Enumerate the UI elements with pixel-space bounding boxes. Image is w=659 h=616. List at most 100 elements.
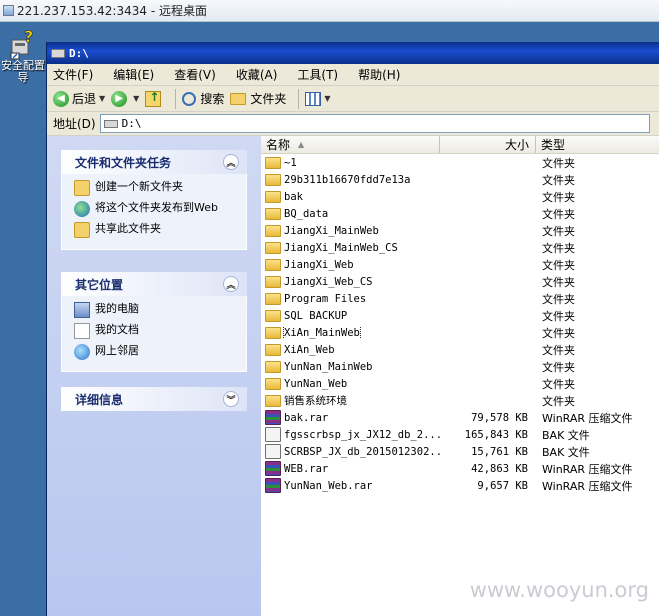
file-rows: ~1 文件夹 29b311b16670fdd7e13a 文件夹 bak 文件夹 BQ_dat…	[261, 154, 659, 494]
forward-dropdown-icon[interactable]: ▼	[133, 94, 139, 103]
file-name: WEB.rar	[284, 462, 329, 475]
file-name: 销售系统环境	[284, 395, 347, 407]
folder-icon	[265, 207, 281, 220]
place-label: 我的文档	[95, 323, 139, 336]
menu-edit[interactable]: 编辑(E)	[113, 66, 154, 83]
back-button[interactable]: ◀ 后退 ▼	[53, 90, 105, 107]
file-row[interactable]: Program Files 文件夹	[261, 290, 659, 307]
column-name[interactable]: 名称 ▲	[261, 136, 440, 153]
file-name-cell: XiAn_MainWeb	[261, 326, 440, 339]
folder-icon	[265, 224, 281, 237]
file-row[interactable]: JiangXi_MainWeb 文件夹	[261, 222, 659, 239]
file-name: ~1	[284, 156, 297, 169]
menu-file[interactable]: 文件(F)	[53, 66, 93, 83]
file-size: 165,843 KB	[464, 428, 528, 441]
search-button[interactable]: 搜索	[182, 90, 224, 107]
file-row[interactable]: 销售系统环境 文件夹	[261, 392, 659, 409]
file-name-cell: ~1	[261, 156, 440, 169]
other-places-title: 其它位置	[75, 277, 124, 292]
other-places-header[interactable]: 其它位置 ︽	[61, 272, 247, 296]
file-name-cell: JiangXi_MainWeb	[261, 224, 440, 237]
file-type: 文件夹	[542, 309, 575, 323]
folders-button[interactable]: 文件夹	[230, 90, 286, 107]
file-type: 文件夹	[542, 326, 575, 340]
back-dropdown-icon[interactable]: ▼	[99, 94, 105, 103]
file-name: JiangXi_Web_CS	[284, 275, 373, 288]
file-name: fgsscrbsp_jx_JX12_db_2...	[284, 428, 440, 441]
folder-icon	[265, 173, 281, 186]
file-row[interactable]: XiAn_Web 文件夹	[261, 341, 659, 358]
task-new-folder[interactable]: 创建一个新文件夹	[74, 180, 238, 196]
publish-web-icon	[74, 201, 90, 217]
folder-icon	[265, 258, 281, 271]
file-size: 9,657 KB	[477, 479, 528, 492]
file-row[interactable]: 29b311b16670fdd7e13a 文件夹	[261, 171, 659, 188]
file-type: 文件夹	[542, 224, 575, 238]
file-row[interactable]: YunNan_MainWeb 文件夹	[261, 358, 659, 375]
menu-help[interactable]: 帮助(H)	[358, 66, 400, 83]
folder-icon	[265, 292, 281, 305]
file-row[interactable]: JiangXi_Web 文件夹	[261, 256, 659, 273]
up-button[interactable]	[145, 90, 163, 107]
task-publish-web[interactable]: 将这个文件夹发布到Web	[74, 201, 238, 217]
window-title-bar: D:\	[47, 42, 659, 64]
place-my-computer[interactable]: 我的电脑	[74, 302, 238, 318]
task-share-folder[interactable]: 共享此文件夹	[74, 222, 238, 238]
task-label: 将这个文件夹发布到Web	[95, 201, 218, 214]
file-name: XiAn_MainWeb	[283, 326, 361, 339]
file-row[interactable]: WEB.rar 42,863 KB WinRAR 压缩文件	[261, 460, 659, 477]
menu-favorites[interactable]: 收藏(A)	[236, 66, 278, 83]
menu-bar: 文件(F) 编辑(E) 查看(V) 收藏(A) 工具(T) 帮助(H)	[47, 64, 659, 86]
file-name: JiangXi_MainWeb	[284, 224, 379, 237]
address-input[interactable]: D:\	[99, 114, 650, 133]
other-places-box: 其它位置 ︽ 我的电脑 我的文档 网上邻居	[61, 272, 247, 372]
toolbar: ◀ 后退 ▼ ▶ ▼ 搜索 文件夹 ▼	[47, 86, 659, 112]
file-row[interactable]: bak.rar 79,578 KB WinRAR 压缩文件	[261, 409, 659, 426]
file-name-cell: SCRBSP_JX_db_2015012302...	[261, 444, 440, 459]
file-type: 文件夹	[542, 292, 575, 306]
column-size-label: 大小	[504, 138, 529, 152]
desktop-icon-security-config[interactable]: ? 安全配置导	[0, 27, 46, 84]
winrar-archive-icon	[265, 410, 281, 425]
folder-icon	[265, 377, 281, 390]
file-row[interactable]: fgsscrbsp_jx_JX12_db_2... 165,843 KB BAK 文…	[261, 426, 659, 443]
file-folder-tasks-header[interactable]: 文件和文件夹任务 ︽	[61, 150, 247, 174]
file-name: BQ_data	[284, 207, 329, 220]
file-type: WinRAR 压缩文件	[542, 479, 633, 493]
file-row[interactable]: YunNan_Web.rar 9,657 KB WinRAR 压缩文件	[261, 477, 659, 494]
file-row[interactable]: JiangXi_MainWeb_CS 文件夹	[261, 239, 659, 256]
details-header[interactable]: 详细信息 ︾	[61, 387, 247, 411]
folder-icon	[265, 275, 281, 288]
file-name: YunNan_MainWeb	[284, 360, 373, 373]
collapse-chevron-icon[interactable]: ︽	[223, 276, 239, 292]
views-button[interactable]: ▼	[305, 91, 331, 106]
collapse-chevron-icon[interactable]: ︽	[223, 154, 239, 170]
column-name-label: 名称	[266, 138, 291, 152]
file-row[interactable]: ~1 文件夹	[261, 154, 659, 171]
forward-button[interactable]: ▶ ▼	[111, 90, 139, 107]
file-row[interactable]: SCRBSP_JX_db_2015012302... 15,761 KB BAK 文…	[261, 443, 659, 460]
file-name: 29b311b16670fdd7e13a	[284, 173, 411, 186]
menu-view[interactable]: 查看(V)	[174, 66, 216, 83]
file-row[interactable]: bak 文件夹	[261, 188, 659, 205]
menu-tools[interactable]: 工具(T)	[297, 66, 338, 83]
file-name: JiangXi_MainWeb_CS	[284, 241, 398, 254]
file-row[interactable]: BQ_data 文件夹	[261, 205, 659, 222]
file-name-cell: YunNan_Web.rar	[261, 478, 440, 493]
file-folder-tasks-title: 文件和文件夹任务	[75, 155, 172, 170]
column-size[interactable]: 大小	[440, 136, 536, 153]
sort-ascending-icon: ▲	[298, 140, 305, 149]
folder-icon	[265, 394, 281, 407]
toolbar-separator	[298, 88, 300, 109]
expand-chevron-icon[interactable]: ︾	[223, 391, 239, 407]
file-row[interactable]: SQL BACKUP 文件夹	[261, 307, 659, 324]
column-type[interactable]: 类型	[536, 136, 659, 153]
file-name-cell: BQ_data	[261, 207, 440, 220]
place-network[interactable]: 网上邻居	[74, 344, 238, 360]
place-my-documents[interactable]: 我的文档	[74, 323, 238, 339]
my-documents-icon	[74, 323, 90, 339]
file-row[interactable]: JiangXi_Web_CS 文件夹	[261, 273, 659, 290]
file-row[interactable]: YunNan_Web 文件夹	[261, 375, 659, 392]
file-row[interactable]: XiAn_MainWeb 文件夹	[261, 324, 659, 341]
file-name: bak	[284, 190, 303, 203]
